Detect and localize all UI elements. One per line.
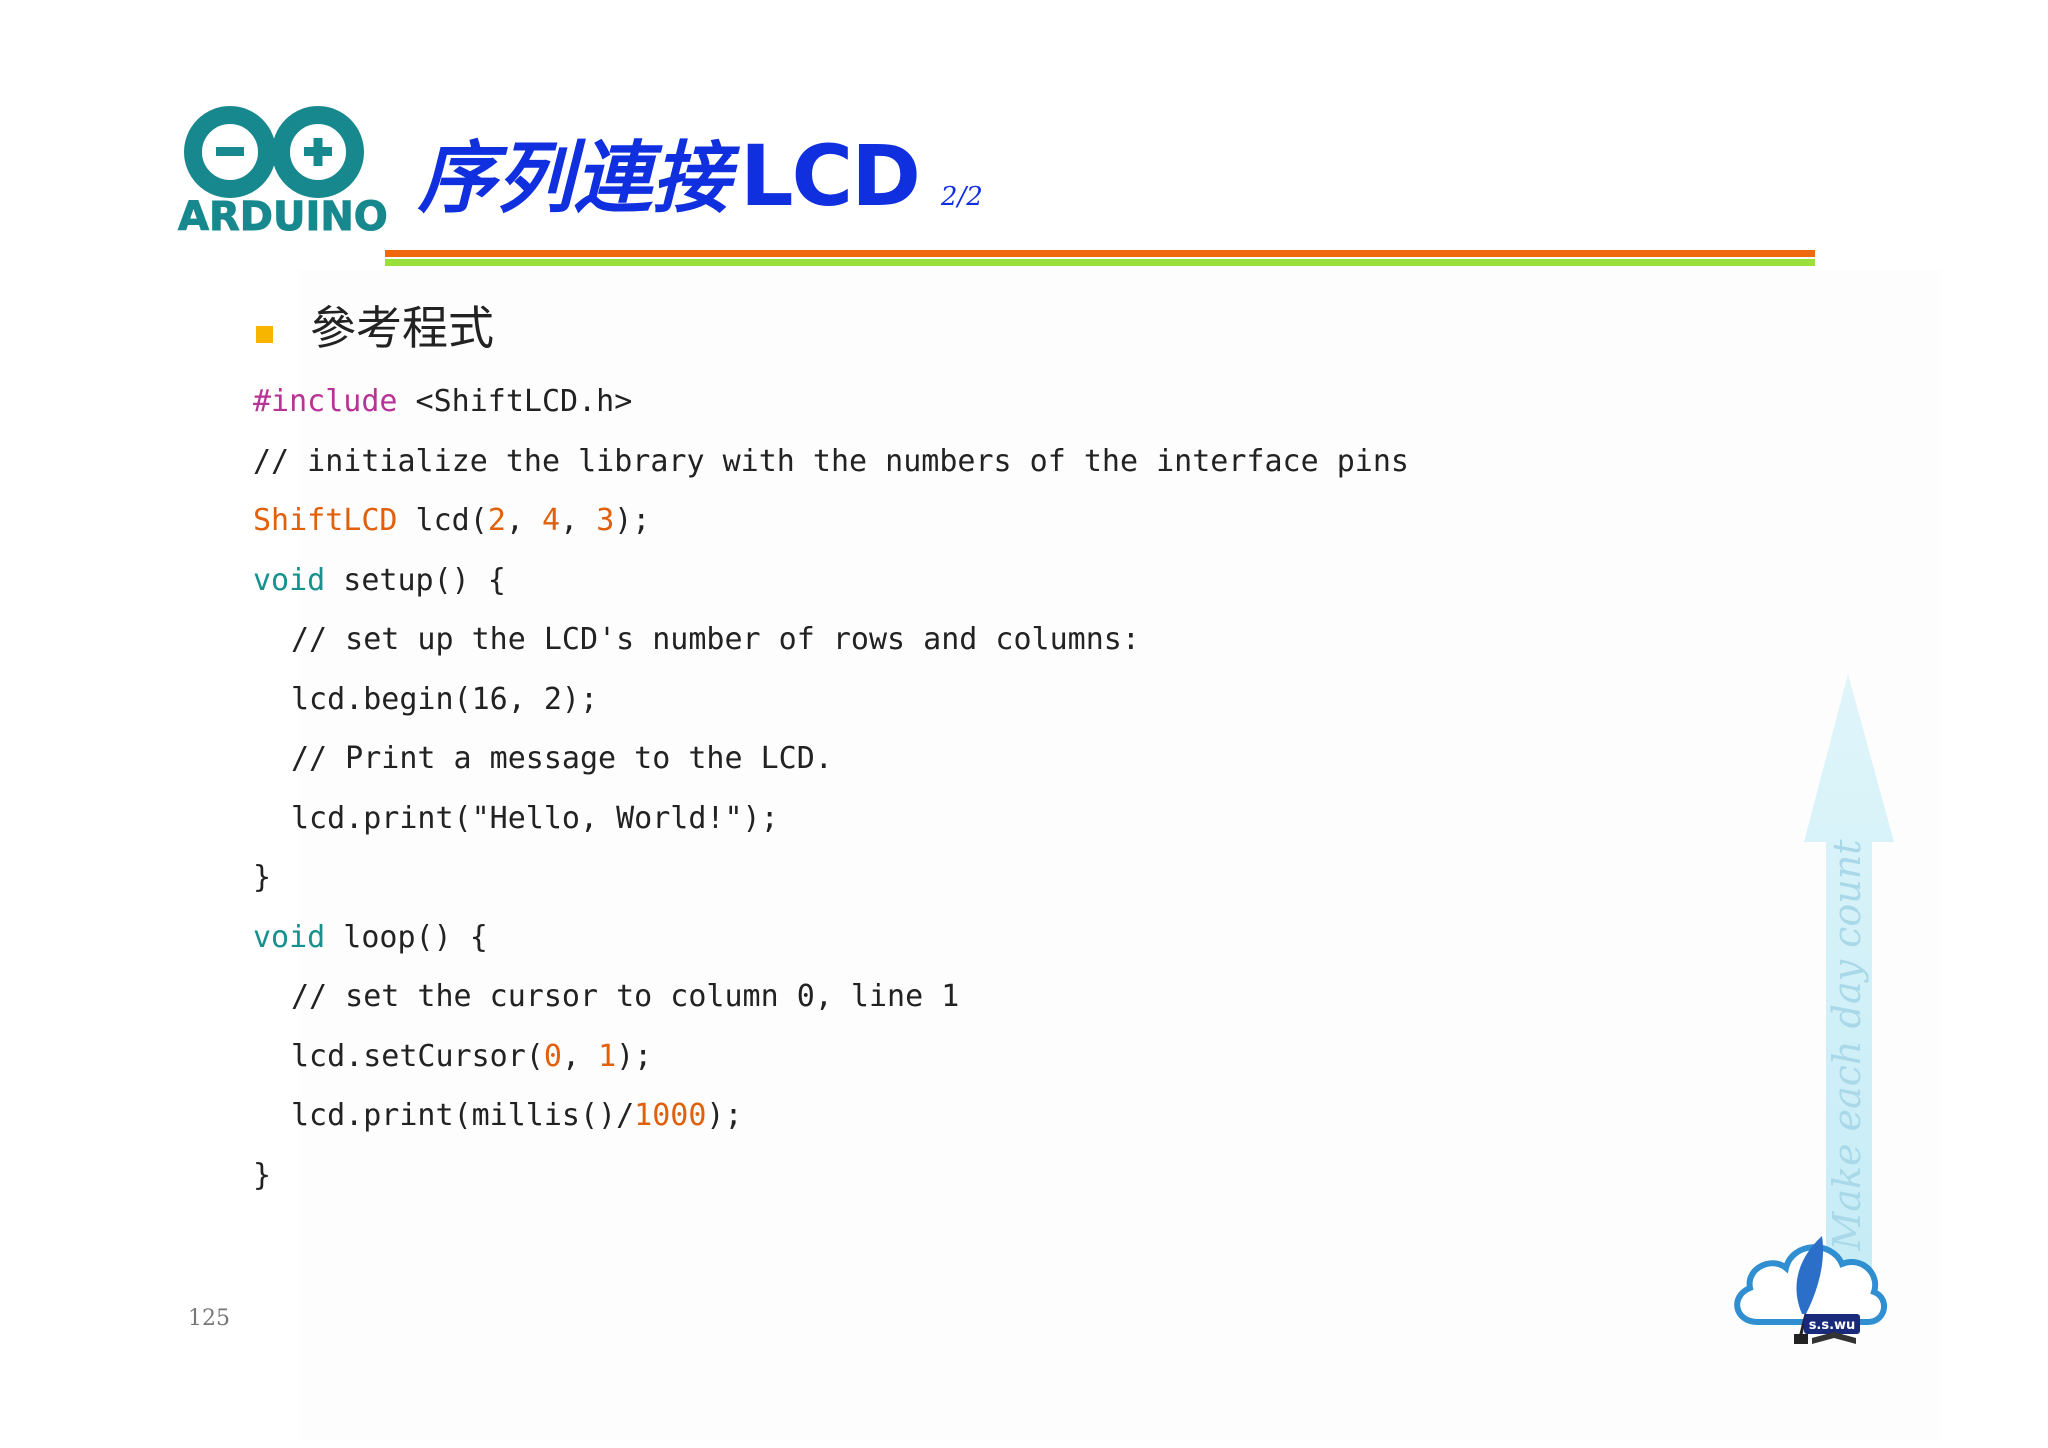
title-lcd: LCD [740, 127, 921, 225]
section-heading: 參考程式 [310, 301, 494, 355]
code-line: } [253, 848, 1753, 908]
code-number: 1000 [634, 1098, 707, 1133]
code-token: ); [616, 1038, 653, 1074]
code-number: 4 [542, 503, 561, 538]
code-comment: // set up the LCD's number of rows and c… [291, 622, 1140, 657]
code-line: // Print a message to the LCD. [253, 729, 1753, 789]
code-token: } [253, 860, 272, 895]
code-comment: // set the cursor to column 0, line 1 [291, 979, 960, 1014]
code-comment: // Print a message to the LCD. [291, 741, 833, 776]
code-token: loop() { [325, 919, 488, 955]
code-comment: // initialize the library with the numbe… [253, 443, 1409, 479]
author-logo-icon: s.s.wu [1734, 1236, 1887, 1344]
code-token: lcd.setCursor( [291, 1038, 544, 1074]
code-token: , [505, 503, 542, 538]
page-indicator: 2/2 [940, 182, 983, 212]
code-token: <ShiftLCD.h> [397, 384, 633, 419]
code-token: #include [253, 384, 398, 419]
code-token: lcd.print(millis()/ [291, 1098, 635, 1133]
green-divider [385, 259, 1815, 266]
code-number: 1 [598, 1038, 617, 1074]
code-number: 0 [543, 1038, 562, 1074]
code-line: #include <ShiftLCD.h> [253, 372, 1753, 432]
motto-label: Make each day count [1825, 839, 1869, 1251]
page-number: 125 [188, 1306, 230, 1331]
code-number: 3 [596, 503, 615, 538]
code-keyword: void [253, 562, 326, 598]
code-block: #include <ShiftLCD.h> // initialize the … [253, 372, 1753, 1205]
code-line: ShiftLCD lcd(2, 4, 3); [253, 491, 1753, 551]
author-logo-text: s.s.wu [1809, 1318, 1856, 1333]
infinity-icon [184, 106, 364, 198]
code-token: lcd.begin(16, 2); [291, 681, 599, 717]
code-token: , [560, 503, 597, 538]
code-line: // initialize the library with the numbe… [253, 432, 1753, 492]
title-text: 序列連接 [418, 133, 731, 224]
page-title: 序列連接 LCD 2/2 [418, 118, 983, 218]
logo-wordmark: ARDUINO [178, 194, 389, 241]
orange-divider [385, 250, 1815, 257]
code-token: lcd.print("Hello, World!"); [291, 800, 779, 836]
code-line: void setup() { [253, 551, 1753, 611]
code-line: } [253, 1146, 1753, 1206]
code-line: lcd.begin(16, 2); [253, 670, 1753, 730]
code-line: lcd.print("Hello, World!"); [253, 789, 1753, 849]
bullet-icon [256, 326, 273, 343]
code-line: void loop() { [253, 908, 1753, 968]
code-token: , [561, 1038, 599, 1074]
arduino-logo: ARDUINO [178, 104, 389, 244]
code-token: setup() { [325, 562, 506, 598]
code-token: ); [706, 1098, 743, 1133]
code-token: } [253, 1157, 272, 1193]
code-token: ShiftLCD [253, 503, 398, 538]
code-token: ); [614, 503, 651, 538]
code-line: // set up the LCD's number of rows and c… [253, 610, 1753, 670]
code-keyword: void [253, 919, 326, 955]
code-number: 2 [487, 503, 506, 538]
code-line: // set the cursor to column 0, line 1 [253, 967, 1753, 1027]
code-line: lcd.setCursor(0, 1); [253, 1027, 1753, 1087]
code-line: lcd.print(millis()/1000); [253, 1086, 1753, 1146]
code-token: lcd( [397, 503, 488, 538]
